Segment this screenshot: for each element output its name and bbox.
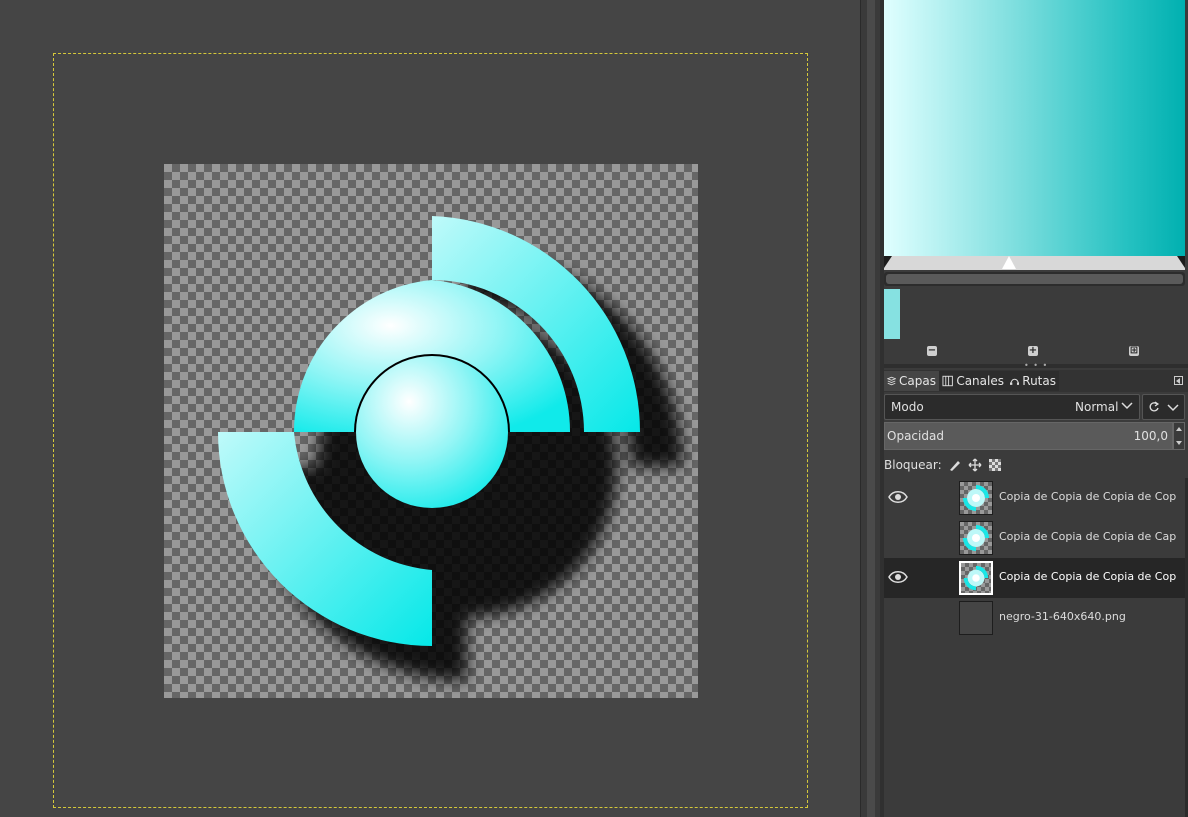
mode-label: Modo [891,400,924,414]
tab-rutas[interactable]: Rutas [1007,371,1059,391]
lock-row: Bloquear: [884,456,1002,474]
paths-icon [1010,378,1020,385]
layer-list: Copia de Copia de Copia de Cop Copia de … [884,478,1185,817]
logo-thumbnail-icon [963,485,989,511]
mode-select[interactable]: Modo Normal [884,394,1140,420]
tab-label: Canales [956,374,1004,388]
left-endpoint-marker[interactable] [884,256,892,268]
opacity-spinner[interactable] [1173,422,1185,450]
chevron-down-icon [1121,402,1133,410]
zoom-out-icon[interactable]: − [927,346,937,356]
image-canvas[interactable] [0,0,860,817]
right-dock: − + ⊞ • • • Capas Canales Rutas Modo Nor… [884,0,1188,817]
layer-thumbnail[interactable] [959,521,993,555]
zoom-fit-icon[interactable]: ⊞ [1129,346,1139,356]
lock-position-icon[interactable] [968,458,982,472]
eye-icon[interactable] [888,489,908,505]
layer-name[interactable]: negro-31-640x640.png [999,610,1185,623]
lock-alpha-icon[interactable] [988,458,1002,472]
gradient-stop-bar[interactable] [884,256,1185,270]
mode-value: Normal [1075,400,1119,414]
layer-thumbnail[interactable] [959,481,993,515]
channels-icon [942,375,953,387]
dock-tabs: Capas Canales Rutas [884,370,1188,392]
spin-up-icon[interactable] [1176,427,1182,431]
layer-row[interactable]: Copia de Copia de Copia de Cap [884,518,1185,558]
layer-thumbnail[interactable] [959,601,993,635]
panel-divider[interactable]: • • • [884,362,1188,370]
logo-thumbnail-icon [963,525,989,551]
right-endpoint-marker[interactable] [1177,256,1185,268]
tab-menu-icon[interactable] [1174,376,1183,385]
layer-name[interactable]: Copia de Copia de Copia de Cop [999,570,1185,583]
color-swatch[interactable] [884,289,900,339]
zoom-in-icon[interactable]: + [1028,346,1038,356]
gradient-scrollbar-thumb[interactable] [886,274,1183,284]
scrollbar-thumb[interactable] [867,0,875,817]
composite-mode-button[interactable] [1142,394,1185,420]
opacity-label: Opacidad [887,429,944,443]
spin-down-icon[interactable] [1176,441,1182,445]
lock-label: Bloquear: [884,458,942,472]
fracture-circle-logo [218,216,683,681]
layer-row[interactable]: Copia de Copia de Copia de Cop [884,478,1185,518]
lock-pixels-icon[interactable] [948,458,962,472]
layer-row-selected[interactable]: Copia de Copia de Copia de Cop [884,558,1185,598]
eye-icon[interactable] [888,569,908,585]
tab-label: Capas [899,374,936,388]
gradient-midpoint-handle[interactable] [1002,256,1016,269]
layer-row[interactable]: negro-31-640x640.png [884,598,1185,638]
canvas-vertical-scrollbar[interactable] [860,0,880,817]
tab-canales[interactable]: Canales [939,371,1007,391]
logo-thumbnail-icon [963,565,989,591]
tab-capas[interactable]: Capas [884,371,939,391]
gradient-scrollbar[interactable] [884,272,1185,286]
layer-thumbnail[interactable] [959,561,993,595]
chevron-down-icon [1167,404,1179,412]
gradient-preview[interactable] [884,0,1185,258]
layers-icon [887,376,897,386]
opacity-slider[interactable]: Opacidad 100,0 [884,422,1173,450]
reset-icon [1149,401,1160,412]
layer-name[interactable]: Copia de Copia de Copia de Cap [999,530,1185,543]
drag-handle-icon[interactable]: • • • [1024,362,1048,370]
tab-label: Rutas [1022,374,1056,388]
layer-name[interactable]: Copia de Copia de Copia de Cop [999,490,1185,503]
opacity-value: 100,0 [1133,429,1168,443]
